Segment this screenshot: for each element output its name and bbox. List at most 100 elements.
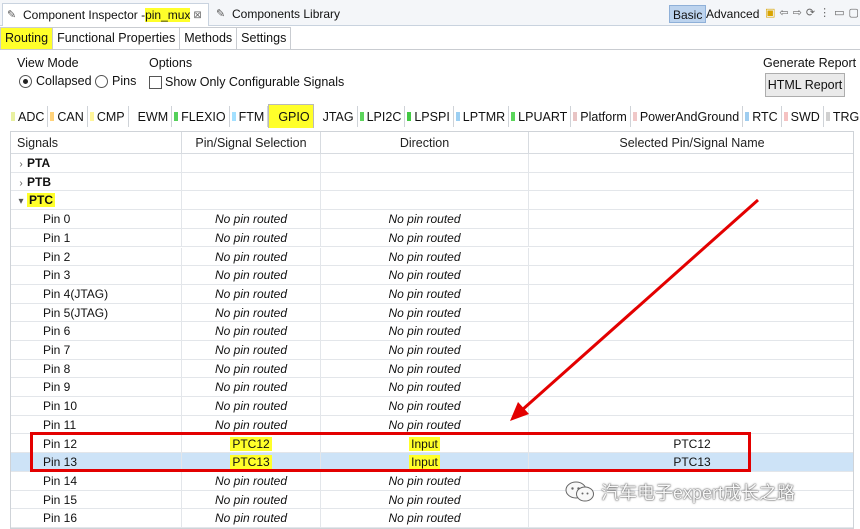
peripheral-tab-platform[interactable]: Platform [571,106,631,127]
peripheral-tab-label: SWD [790,109,820,124]
direction-cell: No pin routed [321,303,529,322]
minimize-icon[interactable]: ▭ [834,6,844,19]
table-row[interactable]: Pin 13 PTC13 Input PTC13 [11,453,853,472]
empty-cell [321,172,529,191]
collapsed-radio-label[interactable]: Collapsed [36,74,92,88]
table-row[interactable]: Pin 7 No pin routed No pin routed [11,341,853,360]
table-row[interactable]: Pin 9 No pin routed No pin routed [11,378,853,398]
options-panel: View Mode Collapsed Pins Options Show On… [0,49,860,104]
table-row[interactable]: Pin 6 No pin routed No pin routed [11,322,853,341]
configurable-signals-label[interactable]: Show Only Configurable Signals [165,75,344,89]
peripheral-tab-ewm[interactable]: EWM [129,106,173,127]
refresh-icon[interactable]: ⟳ [806,6,815,19]
signal-cell: Pin 0 [11,210,182,228]
peripheral-tab-powerandground[interactable]: PowerAndGround [631,106,744,127]
tab-methods[interactable]: Methods [179,27,238,49]
peripheral-color-marker [825,112,830,121]
peripheral-tab-adc[interactable]: ADC [9,106,49,127]
peripheral-tab-jtag[interactable]: JTAG [314,106,358,127]
tab-component-inspector[interactable]: ✎ Component Inspector - pin_mux ⊠ [2,3,209,26]
direction-cell-text: Input [409,436,440,451]
selected-name-cell [529,210,853,228]
pin-selection-cell: No pin routed [182,284,321,303]
header-pin-selection[interactable]: Pin/Signal Selection [182,132,321,154]
back-icon[interactable]: ⇦ [779,6,788,19]
peripheral-color-marker [783,112,788,121]
table-row[interactable]: Pin 2 No pin routed No pin routed [11,247,853,267]
peripheral-tabs: ADC CAN CMP EWM FLEXIO FTM GPIO JTAG LPI2C LPSPI L… [9,104,860,128]
group-label: PTC [27,193,55,208]
direction-cell: Input [321,453,529,471]
selected-name-cell: PTC12 [529,435,853,453]
advanced-mode-button[interactable]: Advanced [703,5,762,23]
direction-cell-text: No pin routed [388,380,461,395]
peripheral-tab-ftm[interactable]: FTM [230,106,269,127]
maximize-icon[interactable]: ▢ [848,6,858,19]
table-row[interactable]: Pin 1 No pin routed No pin routed [11,228,853,248]
peripheral-tab-cmp[interactable]: CMP [88,106,129,127]
signal-cell: Pin 10 [11,397,182,415]
table-row[interactable]: Pin 3 No pin routed No pin routed [11,266,853,285]
group-row-ptc[interactable]: ▾ PTC [11,191,853,211]
signal-cell-text: Pin 6 [43,324,71,339]
signal-cell-text: Pin 7 [43,343,71,357]
note-icon[interactable]: ▣ [765,6,775,19]
peripheral-tab-lpi2c[interactable]: LPI2C [358,106,406,127]
pins-radio[interactable] [95,75,108,88]
collapsed-radio[interactable] [19,75,32,88]
peripheral-tab-flexio[interactable]: FLEXIO [172,106,230,127]
table-row[interactable]: Pin 0 No pin routed No pin routed [11,210,853,229]
peripheral-tab-label: LPTMR [462,109,506,124]
forward-icon[interactable]: ⇨ [793,6,802,19]
peripheral-tab-label: Platform [580,109,627,124]
close-icon[interactable]: ⊠ [193,10,201,21]
selected-name-cell [529,360,853,378]
direction-cell-text: No pin routed [388,399,461,414]
basic-mode-button[interactable]: Basic [669,5,707,23]
empty-cell [182,172,321,191]
signal-cell-text: Pin 16 [43,511,78,526]
signal-cell-text: Pin 15 [43,492,78,507]
tab-routing[interactable]: Routing [0,27,54,49]
peripheral-tab-rtc[interactable]: RTC [743,106,782,127]
peripheral-tab-can[interactable]: CAN [48,106,88,127]
peripheral-tab-lpuart[interactable]: LPUART [509,106,572,127]
peripheral-tab-gpio[interactable]: GPIO [268,104,314,128]
tab-functional-properties[interactable]: Functional Properties [52,27,181,49]
signal-cell-text: Pin 13 [43,455,78,470]
tab-settings[interactable]: Settings [236,27,292,49]
peripheral-color-marker [511,112,516,121]
header-selected-name[interactable]: Selected Pin/Signal Name [529,132,853,154]
direction-cell-text: No pin routed [388,305,461,320]
inspector-subtabs: Routing Functional Properties Methods Se… [0,27,292,49]
pin-selection-cell-text: No pin routed [214,473,288,488]
html-report-button[interactable]: HTML Report [765,73,845,97]
selected-name-cell [529,304,853,322]
table-row[interactable]: Pin 16 No pin routed No pin routed [11,509,853,528]
direction-cell-text: No pin routed [388,230,461,245]
group-row-pta[interactable]: › PTA [11,154,853,173]
direction-cell: No pin routed [321,415,529,434]
peripheral-tab-swd[interactable]: SWD [782,106,824,127]
direction-cell: No pin routed [321,322,529,340]
peripheral-tab-lptmr[interactable]: LPTMR [454,106,510,127]
table-row[interactable]: Pin 4(JTAG) No pin routed No pin routed [11,284,853,304]
table-row[interactable]: Pin 12 PTC12 Input PTC12 [11,434,853,454]
selected-name-cell [529,248,853,266]
table-row[interactable]: Pin 5(JTAG) No pin routed No pin routed [11,303,853,323]
table-row[interactable]: Pin 11 No pin routed No pin routed [11,415,853,435]
table-row[interactable]: Pin 10 No pin routed No pin routed [11,397,853,416]
header-signals[interactable]: Signals [11,132,182,154]
configurable-signals-checkbox[interactable] [149,76,162,89]
group-row-ptb[interactable]: › PTB [11,172,853,192]
header-direction[interactable]: Direction [321,132,529,154]
tab-components-library[interactable]: ✎ Components Library [212,3,344,24]
menu-icon[interactable]: ⋮ [819,6,830,19]
pins-radio-label[interactable]: Pins [112,74,136,88]
pin-selection-cell: No pin routed [182,359,321,378]
routing-table: Signals Pin/Signal Selection Direction S… [10,131,854,529]
table-row[interactable]: Pin 8 No pin routed No pin routed [11,359,853,379]
peripheral-tab-trgmux[interactable]: TRGMUX [824,106,860,127]
selected-name-cell [529,416,853,434]
peripheral-tab-lpspi[interactable]: LPSPI [405,106,454,127]
